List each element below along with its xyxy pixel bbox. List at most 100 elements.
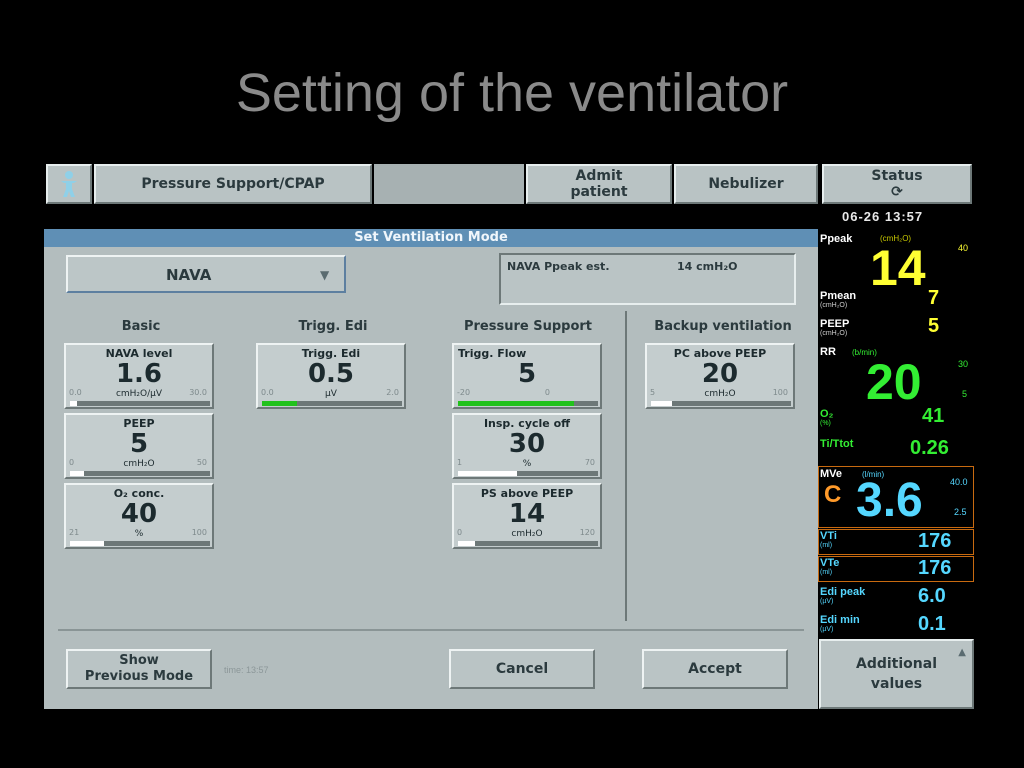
peep-label: PEEP (cmH₂O) xyxy=(820,319,849,338)
accept-button[interactable]: Accept xyxy=(642,649,788,689)
ppeak-estimate-value: 14 cmH₂O xyxy=(677,260,738,273)
edi-peak-unit: (µV) xyxy=(820,598,834,605)
time-note: time: 13:57 xyxy=(224,665,269,675)
edi-peak-label: Edi peak (µV) xyxy=(820,587,865,606)
setting-min: -20 xyxy=(457,388,471,397)
setting-range-fill xyxy=(70,401,77,406)
dialog-title: Set Ventilation Mode xyxy=(44,229,818,247)
vte-label-text: VTe xyxy=(820,557,840,569)
setting-value: 14 xyxy=(508,499,546,529)
setting-unit: cmH₂O xyxy=(511,529,543,539)
peep-label-text: PEEP xyxy=(820,318,850,330)
rr-limit-high: 30 xyxy=(958,359,969,369)
setting-max: 50 xyxy=(196,458,207,467)
setting-max: 100 xyxy=(772,388,788,397)
setting-min: 0 xyxy=(69,458,75,467)
column-header-backup: Backup ventilation xyxy=(654,319,792,334)
setting-unit: % xyxy=(134,529,144,539)
nebulizer-button[interactable]: Nebulizer xyxy=(674,164,818,204)
setting-range-bar xyxy=(70,471,210,476)
pmean-value: 7 xyxy=(928,287,940,309)
setting-value: 40 xyxy=(120,499,158,529)
dialog-divider xyxy=(58,629,804,631)
status-button[interactable]: Status ⟳ xyxy=(822,164,972,204)
column-header-pressure-support: Pressure Support xyxy=(463,319,593,334)
setting-value: 1.6 xyxy=(115,359,163,389)
setting-range-bar xyxy=(458,541,598,546)
setting-unit: % xyxy=(522,459,532,469)
ps-above-peep-setting[interactable]: PS above PEEP 14 cmH₂O 0 120 xyxy=(452,483,602,549)
trigg-edi-setting[interactable]: Trigg. Edi 0.5 µV 0.0 2.0 xyxy=(256,343,406,409)
additional-values-label: Additional values xyxy=(856,656,937,692)
mode-select[interactable]: NAVA ▼ xyxy=(66,255,346,293)
mode-button[interactable]: Pressure Support/CPAP xyxy=(94,164,372,204)
setting-range-bar xyxy=(651,401,791,406)
setting-range-fill xyxy=(70,471,84,476)
additional-values-button[interactable]: ▲ Additional values xyxy=(819,639,974,709)
setting-unit: µV xyxy=(325,389,337,399)
nava-level-setting[interactable]: NAVA level 1.6 cmH₂O/µV 0.0 30.0 xyxy=(64,343,214,409)
vte-unit: (ml) xyxy=(820,569,833,576)
show-previous-mode-button[interactable]: Show Previous Mode xyxy=(66,649,212,689)
titot-value: 0.26 xyxy=(910,437,949,459)
vti-label: VTi (ml) xyxy=(820,531,837,550)
pmean-unit: (cmH₂O) xyxy=(820,302,848,309)
ppeak-limit-high: 40 xyxy=(958,243,969,253)
o2-unit: (%) xyxy=(820,420,831,427)
setting-value: 20 xyxy=(701,359,739,389)
admit-patient-button[interactable]: Admit patient xyxy=(526,164,672,204)
o2-value: 41 xyxy=(922,405,945,427)
slide-title: Setting of the ventilator xyxy=(235,63,789,123)
vti-unit: (ml) xyxy=(820,542,833,549)
setting-range-fill xyxy=(458,401,575,406)
setting-range-bar xyxy=(458,471,598,476)
setting-max: 0 xyxy=(544,388,550,397)
pmean-label-text: Pmean xyxy=(820,290,857,302)
peep-setting[interactable]: PEEP 5 cmH₂O 0 50 xyxy=(64,413,214,479)
edi-min-label: Edi min (µV) xyxy=(820,615,860,634)
monitor-panel: 06-26 13:57 Ppeak (cmH₂O) 40 14 Pmean (cm… xyxy=(818,205,974,639)
setting-max: 2.0 xyxy=(386,388,399,397)
cancel-button[interactable]: Cancel xyxy=(449,649,595,689)
mve-limit-high: 40.0 xyxy=(950,477,968,487)
setting-range-bar xyxy=(70,401,210,406)
vte-value: 176 xyxy=(918,557,952,579)
person-icon xyxy=(61,171,77,197)
patient-category-button[interactable] xyxy=(46,164,92,204)
setting-max: 120 xyxy=(579,528,595,537)
vti-value: 176 xyxy=(918,530,952,552)
setting-range-fill xyxy=(651,401,672,406)
rr-label: RR xyxy=(820,346,836,358)
vte-label: VTe (ml) xyxy=(820,558,839,577)
setting-value: 5 xyxy=(129,429,149,459)
ventilator-screen: Pressure Support/CPAP Admit patient Nebu… xyxy=(44,163,974,709)
chevron-up-icon: ▲ xyxy=(958,647,966,658)
o2-concentration-setting[interactable]: O₂ conc. 40 % 21 100 xyxy=(64,483,214,549)
chevron-down-icon: ▼ xyxy=(320,268,330,282)
column-divider xyxy=(625,311,627,621)
rr-limit-low: 5 xyxy=(962,389,968,399)
peep-value: 5 xyxy=(928,315,940,337)
ppeak-estimate-label: NAVA Ppeak est. xyxy=(507,260,610,273)
mve-label: MVe xyxy=(820,468,843,480)
edi-peak-value: 6.0 xyxy=(918,585,946,607)
pc-above-peep-setting[interactable]: PC above PEEP 20 cmH₂O 5 100 xyxy=(645,343,795,409)
setting-range-fill xyxy=(70,541,104,546)
mve-c-indicator: C xyxy=(824,481,842,508)
o2-label: O₂ (%) xyxy=(820,409,833,428)
edi-peak-label-text: Edi peak xyxy=(820,586,866,598)
insp-cycle-off-setting[interactable]: Insp. cycle off 30 % 1 70 xyxy=(452,413,602,479)
setting-value: 5 xyxy=(517,359,537,389)
setting-range-bar xyxy=(70,541,210,546)
setting-value: 30 xyxy=(508,429,546,459)
column-header-basic: Basic xyxy=(121,319,161,334)
setting-max: 70 xyxy=(584,458,595,467)
edi-min-label-text: Edi min xyxy=(820,614,860,626)
vti-label-text: VTi xyxy=(820,530,837,542)
setting-range-bar xyxy=(458,401,598,406)
edi-min-value: 0.1 xyxy=(918,613,946,635)
setting-range-fill xyxy=(458,541,475,546)
trigg-flow-setting[interactable]: Trigg. Flow 5 -20 0 xyxy=(452,343,602,409)
top-bar: Pressure Support/CPAP Admit patient Nebu… xyxy=(44,163,974,205)
setting-unit: cmH₂O xyxy=(704,389,736,399)
